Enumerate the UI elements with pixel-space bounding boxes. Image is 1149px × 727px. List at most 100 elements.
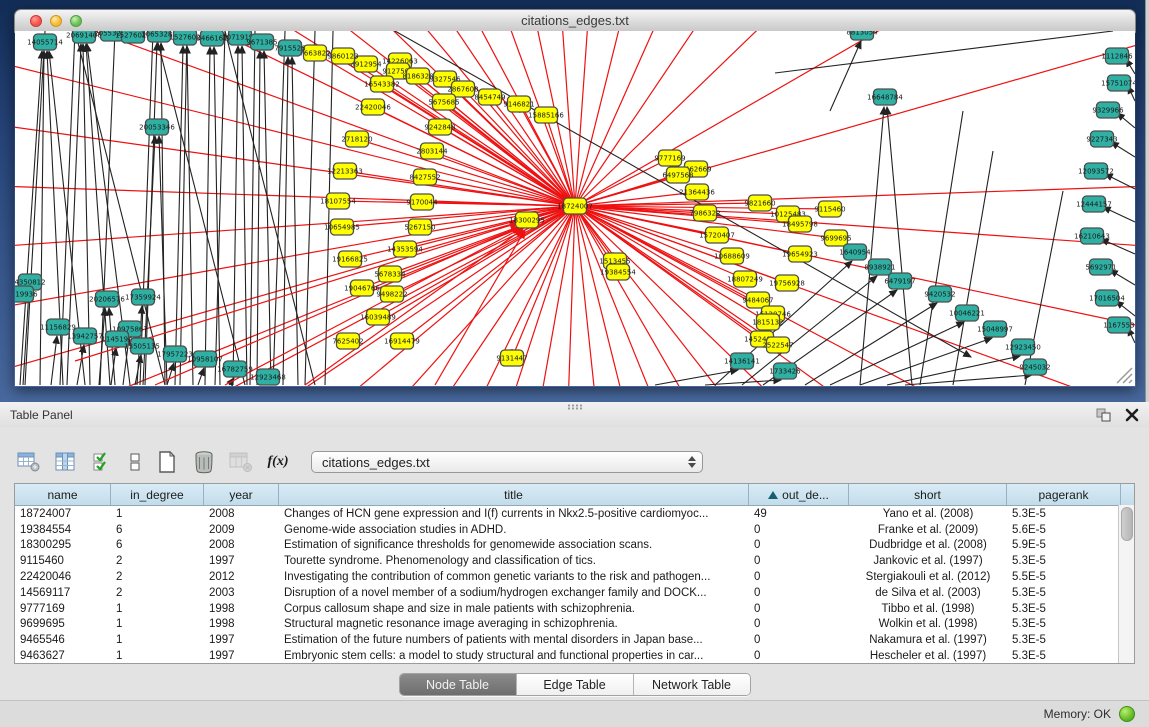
table-cell[interactable]: 0: [749, 524, 849, 536]
network-node[interactable]: 2803144: [416, 143, 448, 159]
column-header-in_degree[interactable]: in_degree: [111, 484, 204, 505]
network-node[interactable]: 6497568: [662, 167, 693, 183]
network-node[interactable]: 5675685: [428, 94, 459, 110]
table-cell[interactable]: 0: [749, 650, 849, 662]
network-node[interactable]: 1733426: [769, 363, 801, 379]
table-cell[interactable]: 9115460: [15, 555, 111, 567]
zoom-window-icon[interactable]: [70, 15, 82, 27]
network-node[interactable]: 9131447: [496, 350, 527, 366]
table-row[interactable]: 946362711997Embryonic stem cells: a mode…: [15, 648, 1134, 664]
network-node[interactable]: 16039489: [360, 309, 396, 325]
table-cell[interactable]: 1: [111, 603, 204, 615]
table-cell[interactable]: 1997: [204, 650, 279, 662]
network-node[interactable]: 15048997: [977, 321, 1013, 337]
table-cell[interactable]: Tibbo et al. (1998): [849, 603, 1007, 615]
table-cell[interactable]: 5.3E-5: [1007, 555, 1121, 567]
table-row[interactable]: 977716911998Corpus callosum shape and si…: [15, 601, 1134, 617]
network-node[interactable]: 9671385: [246, 34, 277, 50]
table-cell[interactable]: 14569117: [15, 587, 111, 599]
network-view-window[interactable]: citations_edges.txt 18300295891295414226…: [14, 9, 1136, 387]
table-cell[interactable]: 1997: [204, 634, 279, 646]
table-cell[interactable]: 5.3E-5: [1007, 618, 1121, 630]
network-node[interactable]: 1640954: [839, 244, 871, 260]
table-row[interactable]: 969969511998Structural magnetic resonanc…: [15, 617, 1134, 633]
column-header-title[interactable]: title: [279, 484, 749, 505]
table-cell[interactable]: 18724007: [15, 508, 111, 520]
table-cell[interactable]: 2012: [204, 571, 279, 583]
table-cell[interactable]: Hescheler et al. (1997): [849, 650, 1007, 662]
table-cell[interactable]: 0: [749, 603, 849, 615]
network-node[interactable]: 8938921: [864, 259, 895, 275]
network-node[interactable]: 14055714: [27, 34, 63, 50]
table-cell[interactable]: 0: [749, 555, 849, 567]
network-node[interactable]: 19654923: [782, 246, 818, 262]
table-vertical-scrollbar[interactable]: [1118, 505, 1134, 664]
table-cell[interactable]: 0: [749, 539, 849, 551]
column-header-name[interactable]: name: [15, 484, 111, 505]
table-cell[interactable]: 5.3E-5: [1007, 634, 1121, 646]
network-node[interactable]: 19756928: [769, 275, 805, 291]
scrollbar-thumb[interactable]: [1121, 507, 1133, 541]
network-node[interactable]: 21364436: [679, 184, 715, 200]
network-node[interactable]: 19166825: [332, 251, 368, 267]
table-cell[interactable]: Corpus callosum shape and size in male p…: [279, 603, 749, 615]
resize-grip-icon[interactable]: [1117, 368, 1132, 383]
float-panel-icon[interactable]: [1096, 408, 1111, 422]
network-node[interactable]: 18107554: [320, 193, 356, 209]
table-cell[interactable]: Franke et al. (2009): [849, 524, 1007, 536]
table-cell[interactable]: Investigating the contribution of common…: [279, 571, 749, 583]
network-node[interactable]: 9245032: [1019, 359, 1050, 375]
network-node[interactable]: 12444157: [1076, 196, 1112, 212]
table-cell[interactable]: 49: [749, 508, 849, 520]
network-node[interactable]: 6479197: [884, 273, 915, 289]
tab-node-table[interactable]: Node Table: [400, 674, 517, 695]
table-cell[interactable]: 9777169: [15, 603, 111, 615]
table-cell[interactable]: Embryonic stem cells: a model to study s…: [279, 650, 749, 662]
network-node[interactable]: 15720407: [699, 227, 735, 243]
table-cell[interactable]: 2: [111, 555, 204, 567]
column-header-pagerank[interactable]: pagerank: [1007, 484, 1121, 505]
table-cell[interactable]: 2008: [204, 539, 279, 551]
network-node[interactable]: 9329966: [1092, 102, 1124, 118]
network-node[interactable]: 15751074: [1101, 75, 1135, 91]
close-panel-icon[interactable]: [1125, 408, 1139, 422]
table-cell[interactable]: Stergiakouli et al. (2012): [849, 571, 1007, 583]
table-cell[interactable]: 0: [749, 571, 849, 583]
delete-table-icon[interactable]: [191, 450, 217, 474]
table-settings-icon[interactable]: [16, 450, 42, 474]
network-node[interactable]: 5678334: [374, 266, 406, 282]
new-table-icon[interactable]: [154, 450, 180, 474]
table-cell[interactable]: 2008: [204, 508, 279, 520]
close-window-icon[interactable]: [30, 15, 42, 27]
network-node[interactable]: 9170044: [406, 194, 438, 210]
table-cell[interactable]: Structural magnetic resonance image aver…: [279, 618, 749, 630]
table-cell[interactable]: 1: [111, 508, 204, 520]
tab-network-table[interactable]: Network Table: [634, 674, 750, 695]
network-node[interactable]: 5267150: [404, 219, 435, 235]
table-cell[interactable]: 1: [111, 618, 204, 630]
table-cell[interactable]: 5.3E-5: [1007, 603, 1121, 615]
table-cell[interactable]: 1997: [204, 555, 279, 567]
table-cell[interactable]: 0: [749, 587, 849, 599]
network-node[interactable]: 1167553: [1103, 317, 1134, 333]
network-node[interactable]: 12213363: [327, 163, 363, 179]
network-node[interactable]: 9242848: [424, 119, 455, 135]
table-cell[interactable]: de Silva et al. (2003): [849, 587, 1007, 599]
network-canvas[interactable]: 1830029589129541422606391275081654338281…: [15, 31, 1135, 386]
table-cell[interactable]: 9699695: [15, 618, 111, 630]
table-cell[interactable]: 9465546: [15, 634, 111, 646]
table-cell[interactable]: 9463627: [15, 650, 111, 662]
table-row[interactable]: 946554611997Estimation of the future num…: [15, 632, 1134, 648]
table-cell[interactable]: Wolkin et al. (1998): [849, 618, 1007, 630]
minimize-window-icon[interactable]: [50, 15, 62, 27]
network-node[interactable]: 1815132: [752, 314, 783, 330]
table-cell[interactable]: 18300295: [15, 539, 111, 551]
table-cell[interactable]: Yano et al. (2008): [849, 508, 1007, 520]
tab-edge-table[interactable]: Edge Table: [517, 674, 634, 695]
table-cell[interactable]: 2003: [204, 587, 279, 599]
network-node[interactable]: 10688609: [714, 248, 750, 264]
network-node[interactable]: 2522547: [762, 337, 793, 353]
network-node[interactable]: 20053346: [139, 119, 175, 135]
network-node[interactable]: 5692971: [1085, 259, 1116, 275]
table-cell[interactable]: 5.6E-5: [1007, 524, 1121, 536]
